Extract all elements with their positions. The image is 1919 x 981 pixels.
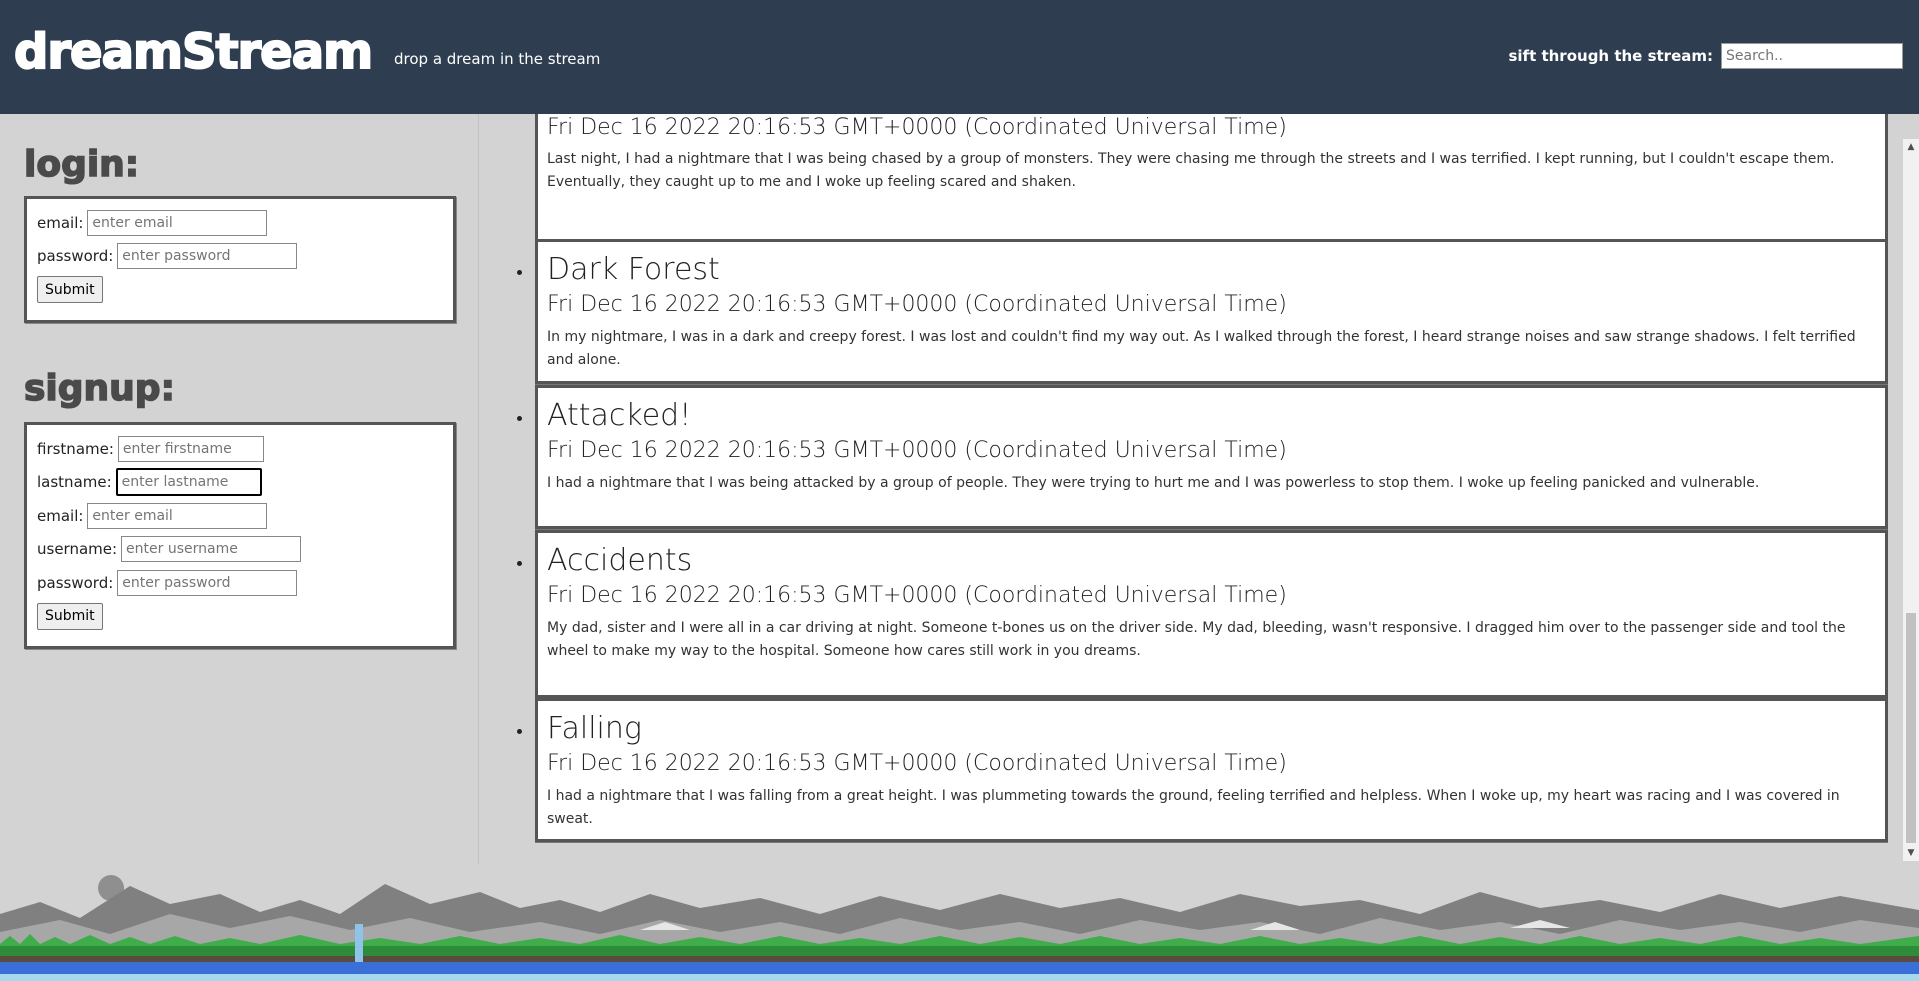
mountain-river-illustration — [0, 875, 1919, 981]
site-logo[interactable]: dreamStream — [13, 23, 374, 81]
dream-date: Fri Dec 16 2022 20:16:53 GMT+0000 (Coord… — [547, 292, 1287, 317]
scrollbar-thumb[interactable] — [1906, 613, 1916, 843]
landscape-illustration — [0, 864, 1919, 981]
list-bullet — [517, 729, 522, 734]
signup-password-input[interactable] — [117, 569, 298, 596]
signup-email-input[interactable] — [87, 502, 268, 529]
triangle-up-icon[interactable]: ▲ — [1903, 139, 1919, 155]
login-email-row: email: — [27, 206, 453, 240]
login-password-row: password: — [27, 240, 453, 274]
signup-title: signup: — [23, 367, 175, 410]
dream-date: Fri Dec 16 2022 20:16:53 GMT+0000 (Coord… — [547, 751, 1287, 776]
signup-username-label: username: — [37, 540, 118, 559]
signup-firstname-input[interactable] — [117, 435, 264, 462]
list-bullet — [517, 561, 522, 566]
signup-lastname-row: lastname: — [27, 466, 453, 500]
signup-lastname-input[interactable] — [115, 468, 262, 497]
dream-card: Accidents Fri Dec 16 2022 20:16:53 GMT+0… — [517, 530, 1888, 698]
login-password-input[interactable] — [117, 243, 298, 270]
dream-body: I had a nightmare that I was falling fro… — [547, 788, 1840, 827]
login-form: email: password: Submit — [24, 196, 456, 323]
dream-feed[interactable]: Fri Dec 16 2022 20:16:53 GMT+0000 (Coord… — [478, 114, 1903, 864]
signup-email-row: email: — [27, 499, 453, 533]
triangle-down-icon[interactable]: ▼ — [1903, 845, 1919, 861]
login-password-label: password: — [37, 247, 114, 266]
dream-card: Falling Fri Dec 16 2022 20:16:53 GMT+000… — [517, 698, 1888, 842]
dream-date: Fri Dec 16 2022 20:16:53 GMT+0000 (Coord… — [547, 438, 1287, 463]
search-input[interactable] — [1721, 43, 1903, 69]
signup-submit-button[interactable]: Submit — [37, 602, 103, 630]
dream-title: Dark Forest — [547, 252, 720, 287]
login-title: login: — [23, 143, 140, 186]
dream-body: My dad, sister and I were all in a car d… — [547, 620, 1846, 659]
login-email-input[interactable] — [87, 209, 268, 236]
feed-scrollbar[interactable]: ▲ ▼ — [1903, 139, 1919, 861]
sidebar: login: email: password: Submit signup: f… — [0, 114, 479, 864]
dream-body: I had a nightmare that I was being attac… — [547, 475, 1760, 491]
signup-username-row: username: — [27, 533, 453, 567]
search-label: sift through the stream: — [1508, 47, 1713, 65]
dream-body: In my nightmare, I was in a dark and cre… — [547, 329, 1856, 368]
signup-firstname-row: firstname: — [27, 432, 453, 466]
site-tagline: drop a dream in the stream — [394, 50, 601, 68]
signup-email-label: email: — [37, 506, 84, 525]
signup-form: firstname: lastname: email: username: pa… — [24, 422, 456, 649]
dream-title: Attacked! — [547, 398, 692, 433]
header-bar: dreamStream drop a dream in the stream s… — [0, 0, 1919, 114]
signup-password-label: password: — [37, 573, 114, 592]
dream-title: Accidents — [547, 543, 693, 578]
list-bullet — [517, 270, 522, 275]
dream-title: Falling — [547, 711, 642, 746]
dream-card: Dark Forest Fri Dec 16 2022 20:16:53 GMT… — [517, 239, 1888, 384]
dream-card: Attacked! Fri Dec 16 2022 20:16:53 GMT+0… — [517, 385, 1888, 529]
dream-body: Last night, I had a nightmare that I was… — [547, 151, 1835, 190]
signup-password-row: password: — [27, 566, 453, 600]
signup-firstname-label: firstname: — [37, 439, 114, 458]
list-bullet — [517, 416, 522, 421]
login-submit-button[interactable]: Submit — [37, 276, 103, 303]
search-area: sift through the stream: — [1508, 43, 1903, 69]
login-email-label: email: — [37, 213, 84, 232]
signup-username-input[interactable] — [121, 536, 302, 563]
dream-date: Fri Dec 16 2022 20:16:53 GMT+0000 (Coord… — [547, 583, 1287, 608]
signup-lastname-label: lastname: — [37, 473, 112, 492]
dream-date: Fri Dec 16 2022 20:16:53 GMT+0000 (Coord… — [547, 115, 1287, 140]
